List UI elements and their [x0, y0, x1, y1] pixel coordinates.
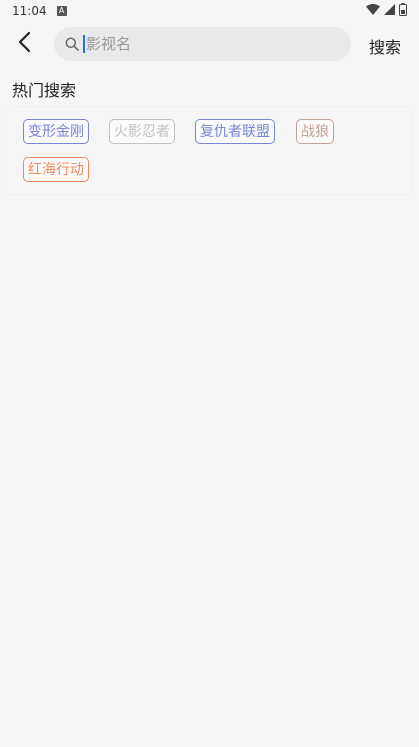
status-left: 11:04 A: [12, 4, 67, 18]
hot-tag-2[interactable]: 复仇者联盟: [195, 119, 275, 144]
search-box[interactable]: [54, 27, 351, 61]
hot-tag-0[interactable]: 变形金刚: [23, 119, 89, 144]
search-header: 搜索: [0, 26, 419, 66]
back-button[interactable]: [10, 30, 38, 58]
signal-icon: [384, 4, 395, 18]
search-icon: [64, 36, 80, 52]
status-bar: 11:04 A: [0, 0, 419, 22]
chevron-left-icon: [17, 31, 31, 57]
battery-icon: [399, 3, 407, 19]
hot-search-panel: 变形金刚 火影忍者 复仇者联盟 战狼 红海行动: [6, 107, 412, 194]
wifi-icon: [366, 4, 380, 18]
status-time: 11:04: [12, 4, 47, 18]
hot-tag-1[interactable]: 火影忍者: [109, 119, 175, 144]
search-input[interactable]: [85, 35, 326, 53]
hot-tag-4[interactable]: 红海行动: [23, 157, 89, 182]
status-right: [366, 3, 407, 19]
search-button[interactable]: 搜索: [369, 34, 401, 58]
notification-icon: A: [56, 6, 67, 16]
hot-search-title: 热门搜索: [12, 81, 77, 100]
hot-tag-3[interactable]: 战狼: [296, 119, 334, 144]
